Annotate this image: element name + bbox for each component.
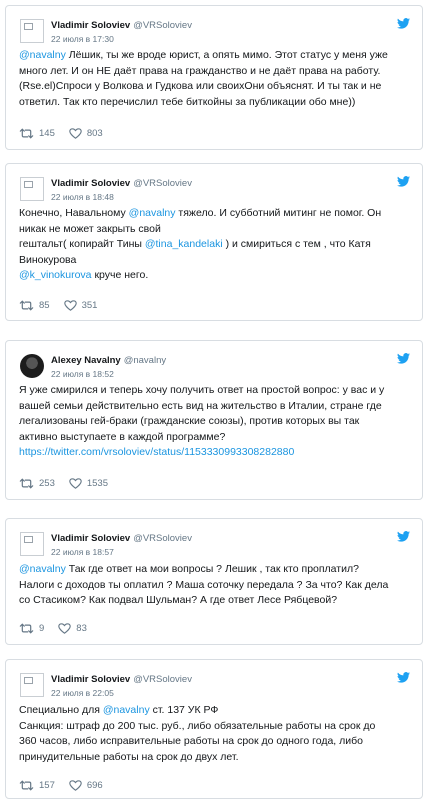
mention-link[interactable]: @tina_kandelaki bbox=[145, 238, 223, 250]
tweet-actions: 9 83 bbox=[19, 623, 101, 634]
tweet-card: Vladimir Soloviev @VRSoloviev 22 июля в 2… bbox=[5, 659, 423, 799]
broken-image-icon bbox=[24, 677, 33, 684]
author-handle[interactable]: @navalny bbox=[124, 355, 166, 366]
status-link[interactable]: https://twitter.com/vrsoloviev/status/11… bbox=[19, 446, 294, 458]
heart-icon[interactable] bbox=[69, 478, 82, 489]
retweet-count: 157 bbox=[39, 780, 55, 791]
mention-link[interactable]: @navalny bbox=[19, 49, 66, 61]
retweet-icon[interactable] bbox=[19, 478, 34, 489]
tweet-text: Специально для @navalny ст. 137 УК РФ Са… bbox=[19, 703, 412, 765]
retweet-count: 145 bbox=[39, 128, 55, 139]
author-name[interactable]: Vladimir Soloviev bbox=[51, 533, 130, 544]
like-count: 351 bbox=[81, 300, 98, 311]
tweet-text: @navalny Так где ответ на мои вопросы ? … bbox=[19, 562, 412, 609]
tweet-actions: 157 696 bbox=[19, 780, 117, 791]
author-name[interactable]: Vladimir Soloviev bbox=[51, 674, 130, 685]
tweet-date[interactable]: 22 июля в 17:30 bbox=[51, 33, 392, 46]
tweet-text-segment: Лёшик, ты же вроде юрист, а опять мимо. … bbox=[19, 49, 388, 108]
like-count: 83 bbox=[76, 623, 87, 634]
tweet-date[interactable]: 22 июля в 18:57 bbox=[51, 546, 392, 559]
twitter-bird-icon[interactable] bbox=[397, 176, 410, 187]
tweet-text-segment: Я уже смирился и теперь хочу получить от… bbox=[19, 384, 385, 443]
tweet-text: @navalny Лёшик, ты же вроде юрист, а опя… bbox=[19, 48, 412, 110]
retweet-count: 253 bbox=[39, 478, 55, 489]
tweet-text-segment: Конечно, Навальному bbox=[19, 207, 129, 219]
tweet-actions: 253 1535 bbox=[19, 478, 122, 489]
heart-icon[interactable] bbox=[63, 300, 77, 311]
avatar[interactable] bbox=[20, 354, 44, 378]
mention-link[interactable]: @navalny bbox=[19, 563, 66, 575]
retweet-icon[interactable] bbox=[19, 128, 34, 139]
tweet-header: Vladimir Soloviev @VRSoloviev 22 июля в 1… bbox=[51, 175, 392, 204]
retweet-icon[interactable] bbox=[19, 780, 34, 791]
tweet-header: Alexey Navalny @navalny 22 июля в 18:52 bbox=[51, 352, 392, 381]
heart-icon[interactable] bbox=[69, 128, 82, 139]
tweet-header: Vladimir Soloviev @VRSoloviev 22 июля в 2… bbox=[51, 671, 392, 700]
avatar[interactable] bbox=[20, 673, 44, 697]
tweet-date[interactable]: 22 июля в 22:05 bbox=[51, 687, 392, 700]
tweet-date[interactable]: 22 июля в 18:48 bbox=[51, 191, 392, 204]
tweet-card: Alexey Navalny @navalny 22 июля в 18:52 Я… bbox=[5, 340, 423, 500]
tweet-text: Я уже смирился и теперь хочу получить от… bbox=[19, 383, 412, 461]
author-handle[interactable]: @VRSoloviev bbox=[133, 533, 192, 544]
tweet-text-segment: Специально для bbox=[19, 704, 103, 716]
like-count: 803 bbox=[86, 128, 103, 139]
tweet-actions: 85 351 bbox=[19, 300, 111, 311]
mention-link[interactable]: @navalny bbox=[129, 207, 176, 219]
tweet-card: Vladimir Soloviev @VRSoloviev 22 июля в 1… bbox=[5, 518, 423, 645]
heart-icon[interactable] bbox=[69, 780, 82, 791]
author-name[interactable]: Vladimir Soloviev bbox=[51, 20, 130, 31]
retweet-icon[interactable] bbox=[19, 300, 34, 311]
author-handle[interactable]: @VRSoloviev bbox=[133, 178, 192, 189]
broken-image-icon bbox=[24, 536, 33, 543]
like-count: 1535 bbox=[86, 478, 108, 489]
twitter-bird-icon[interactable] bbox=[397, 18, 410, 29]
tweet-header: Vladimir Soloviev @VRSoloviev 22 июля в 1… bbox=[51, 530, 392, 559]
retweet-count: 85 bbox=[39, 300, 50, 311]
retweet-count: 9 bbox=[39, 623, 45, 634]
avatar[interactable] bbox=[20, 19, 44, 43]
mention-link[interactable]: @k_vinokurova bbox=[19, 269, 92, 281]
twitter-bird-icon[interactable] bbox=[397, 672, 410, 683]
tweet-card: Vladimir Soloviev @VRSoloviev 22 июля в 1… bbox=[5, 5, 423, 150]
avatar[interactable] bbox=[20, 532, 44, 556]
twitter-bird-icon[interactable] bbox=[397, 531, 410, 542]
author-name[interactable]: Alexey Navalny bbox=[51, 355, 121, 366]
author-handle[interactable]: @VRSoloviev bbox=[133, 674, 192, 685]
mention-link[interactable]: @navalny bbox=[103, 704, 150, 716]
twitter-bird-icon[interactable] bbox=[397, 353, 410, 364]
broken-image-icon bbox=[24, 23, 33, 30]
tweet-date[interactable]: 22 июля в 18:52 bbox=[51, 368, 392, 381]
tweet-text-segment: Так где ответ на мои вопросы ? Лешик , т… bbox=[19, 563, 389, 606]
author-handle[interactable]: @VRSoloviev bbox=[133, 20, 192, 31]
retweet-icon[interactable] bbox=[19, 623, 34, 634]
heart-icon[interactable] bbox=[58, 623, 72, 634]
broken-image-icon bbox=[24, 181, 33, 188]
like-count: 696 bbox=[86, 780, 103, 791]
avatar[interactable] bbox=[20, 177, 44, 201]
tweet-text: Конечно, Навальному @navalny тяжело. И с… bbox=[19, 206, 412, 284]
author-name[interactable]: Vladimir Soloviev bbox=[51, 178, 130, 189]
tweet-card: Vladimir Soloviev @VRSoloviev 22 июля в 1… bbox=[5, 163, 423, 321]
tweet-actions: 145 803 bbox=[19, 128, 117, 139]
tweet-header: Vladimir Soloviev @VRSoloviev 22 июля в 1… bbox=[51, 17, 392, 46]
tweet-text-segment: круче него. bbox=[91, 269, 149, 281]
